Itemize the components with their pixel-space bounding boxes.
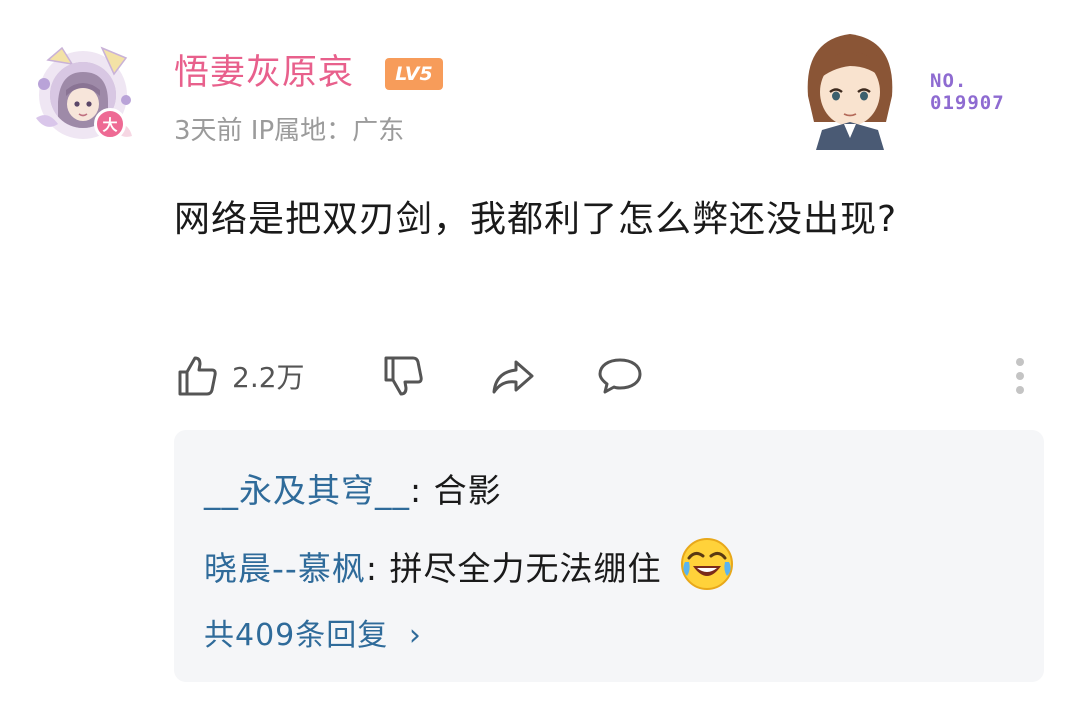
reply-item[interactable]: 晓晨--慕枫: 拼尽全力无法绷住 <box>204 537 735 592</box>
more-vertical-icon <box>1016 358 1024 366</box>
fan-card-number: NO. 019907 <box>930 70 1005 114</box>
laughing-crying-emoji <box>680 537 733 590</box>
fan-card-digits: 019907 <box>930 92 1005 114</box>
fan-card-character-image <box>807 34 893 150</box>
comment-meta: 3天前 IP属地：广东 <box>174 116 405 146</box>
comment-button[interactable] <box>596 350 644 402</box>
like-button[interactable]: 2.2万 <box>174 350 305 402</box>
reply-separator: : <box>410 471 434 510</box>
reply-text: 合影 <box>433 471 502 510</box>
reply-item[interactable]: __永及其穹__: 合影 <box>204 464 502 512</box>
like-count: 2.2万 <box>232 361 305 394</box>
share-button[interactable] <box>488 350 536 402</box>
chevron-right-icon: › <box>408 618 422 653</box>
level-badge: LV5 <box>385 58 443 90</box>
thumbs-up-icon <box>178 356 217 396</box>
thumbs-down-icon <box>384 356 423 396</box>
reply-count-label: 共409条回复 <box>204 618 389 653</box>
comment-username[interactable]: 悟妻灰原哀 <box>174 51 354 95</box>
reply-username[interactable]: 晓晨--慕枫 <box>204 549 366 588</box>
reply-separator: : <box>365 549 390 588</box>
comment-icon <box>598 358 642 394</box>
share-icon <box>492 360 534 394</box>
fan-card-no-label: NO. <box>930 70 968 92</box>
reply-text: 拼尽全力无法绷住 <box>389 549 662 588</box>
reply-username[interactable]: __永及其穹__ <box>204 471 410 510</box>
more-options-button[interactable] <box>1004 354 1036 398</box>
dislike-button[interactable] <box>380 350 428 402</box>
view-all-replies-link[interactable]: 共409条回复 › <box>204 610 422 654</box>
replies-panel[interactable]: __永及其穹__: 合影 晓晨--慕枫: 拼尽全力无法绷住 共409条回复 › <box>174 430 1044 682</box>
comment-text: 网络是把双刃剑，我都利了怎么弊还没出现? <box>174 199 898 240</box>
user-level-dot: 大 <box>94 108 126 140</box>
